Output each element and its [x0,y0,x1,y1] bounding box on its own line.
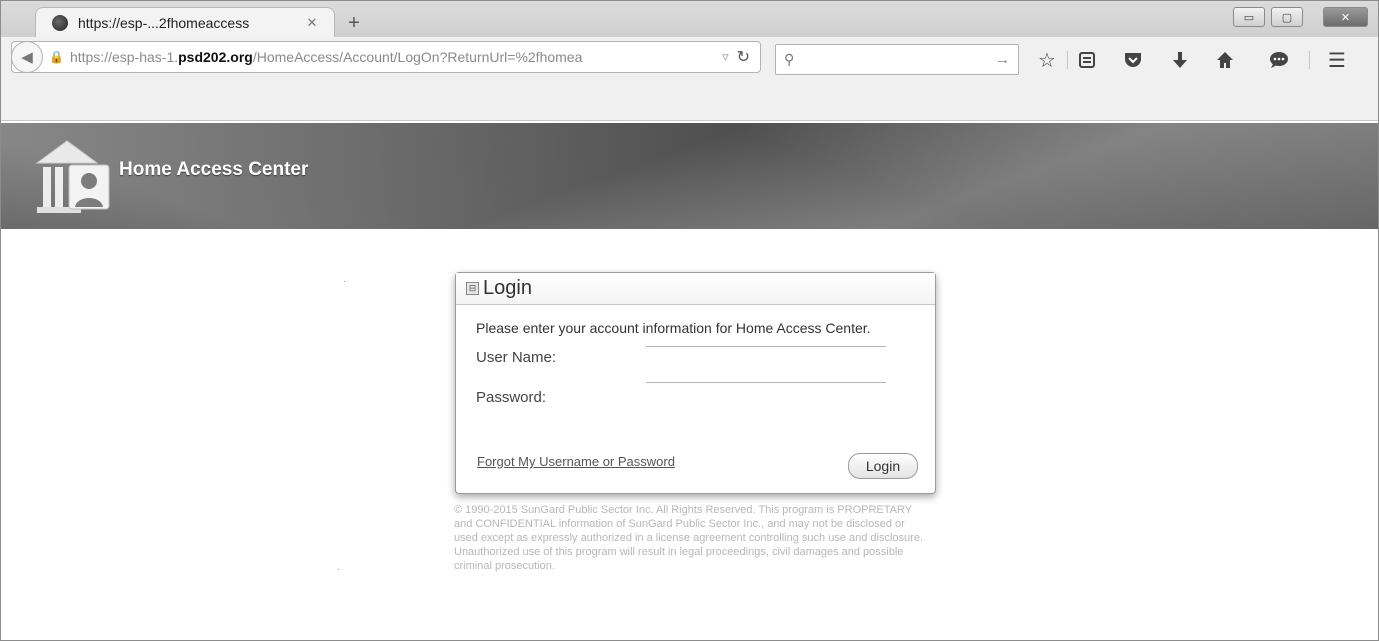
search-icon: ⚲ [784,51,795,67]
url-text[interactable]: https://esp-has-1.psd202.org/HomeAccess/… [70,49,722,65]
login-body: Please enter your account information fo… [456,305,935,419]
home-icon[interactable] [1209,45,1241,75]
bookmark-star-icon[interactable]: ☆ [1031,45,1063,75]
login-title: Login [483,277,532,299]
download-icon[interactable] [1164,45,1196,75]
url-prefix: https://esp-has-1. [69,49,179,65]
browser-tab[interactable]: https://esp-...2fhomeaccess ✕ [35,7,335,38]
login-header: ⊟ Login [456,273,935,305]
home-access-logo [35,140,110,213]
toolbar-separator [1309,51,1310,69]
forgot-credentials-link[interactable]: Forgot My Username or Password [477,454,675,469]
password-input[interactable] [646,365,886,383]
url-dropdown-icon[interactable]: ▿ [722,49,729,65]
tab-title: https://esp-...2fhomeaccess [78,15,250,31]
collapse-icon[interactable]: ⊟ [466,282,479,295]
chat-icon[interactable] [1263,45,1295,75]
app-title: Home Access Center [119,159,309,180]
browser-window: https://esp-...2fhomeaccess ✕ + ▭ ▢ ✕ ◀ … [0,0,1379,641]
stray-dot: · [343,276,347,287]
go-arrow-icon[interactable]: → [995,51,1010,68]
stray-dot: · [337,564,341,575]
header-banner: Home Access Center [1,123,1378,229]
search-bar[interactable]: ⚲ → [775,44,1019,75]
url-domain: psd202.org [178,49,253,65]
password-row: Password: [476,365,915,419]
password-label: Password: [476,389,547,406]
username-input[interactable] [646,329,886,347]
username-label: User Name: [476,349,557,366]
close-window-button[interactable]: ✕ [1323,7,1368,27]
pocket-icon[interactable] [1117,45,1149,75]
login-button[interactable]: Login [848,453,918,479]
maximize-button[interactable]: ▢ [1271,7,1303,27]
new-tab-button[interactable]: + [341,13,367,35]
minimize-button[interactable]: ▭ [1233,7,1265,27]
globe-icon [52,15,68,31]
url-path: /HomeAccess/Account/LogOn?ReturnUrl=%2fh… [252,49,583,65]
lock-icon[interactable]: 🔒 [49,50,64,64]
toolbar-separator [1067,51,1068,69]
reading-list-icon[interactable] [1071,45,1103,75]
search-input[interactable] [802,46,995,73]
login-panel: ⊟ Login Please enter your account inform… [455,272,936,494]
tab-close-icon[interactable]: ✕ [300,15,324,31]
address-bar[interactable]: ◀ 🔒 https://esp-has-1.psd202.org/HomeAcc… [11,41,761,73]
tab-strip: https://esp-...2fhomeaccess ✕ + ▭ ▢ ✕ [1,1,1378,38]
back-icon[interactable]: ◀ [12,42,43,72]
menu-icon[interactable]: ☰ [1321,45,1353,75]
copyright-notice: © 1990-2015 SunGard Public Sector Inc. A… [454,504,923,572]
reload-icon[interactable]: ↻ [737,47,750,67]
